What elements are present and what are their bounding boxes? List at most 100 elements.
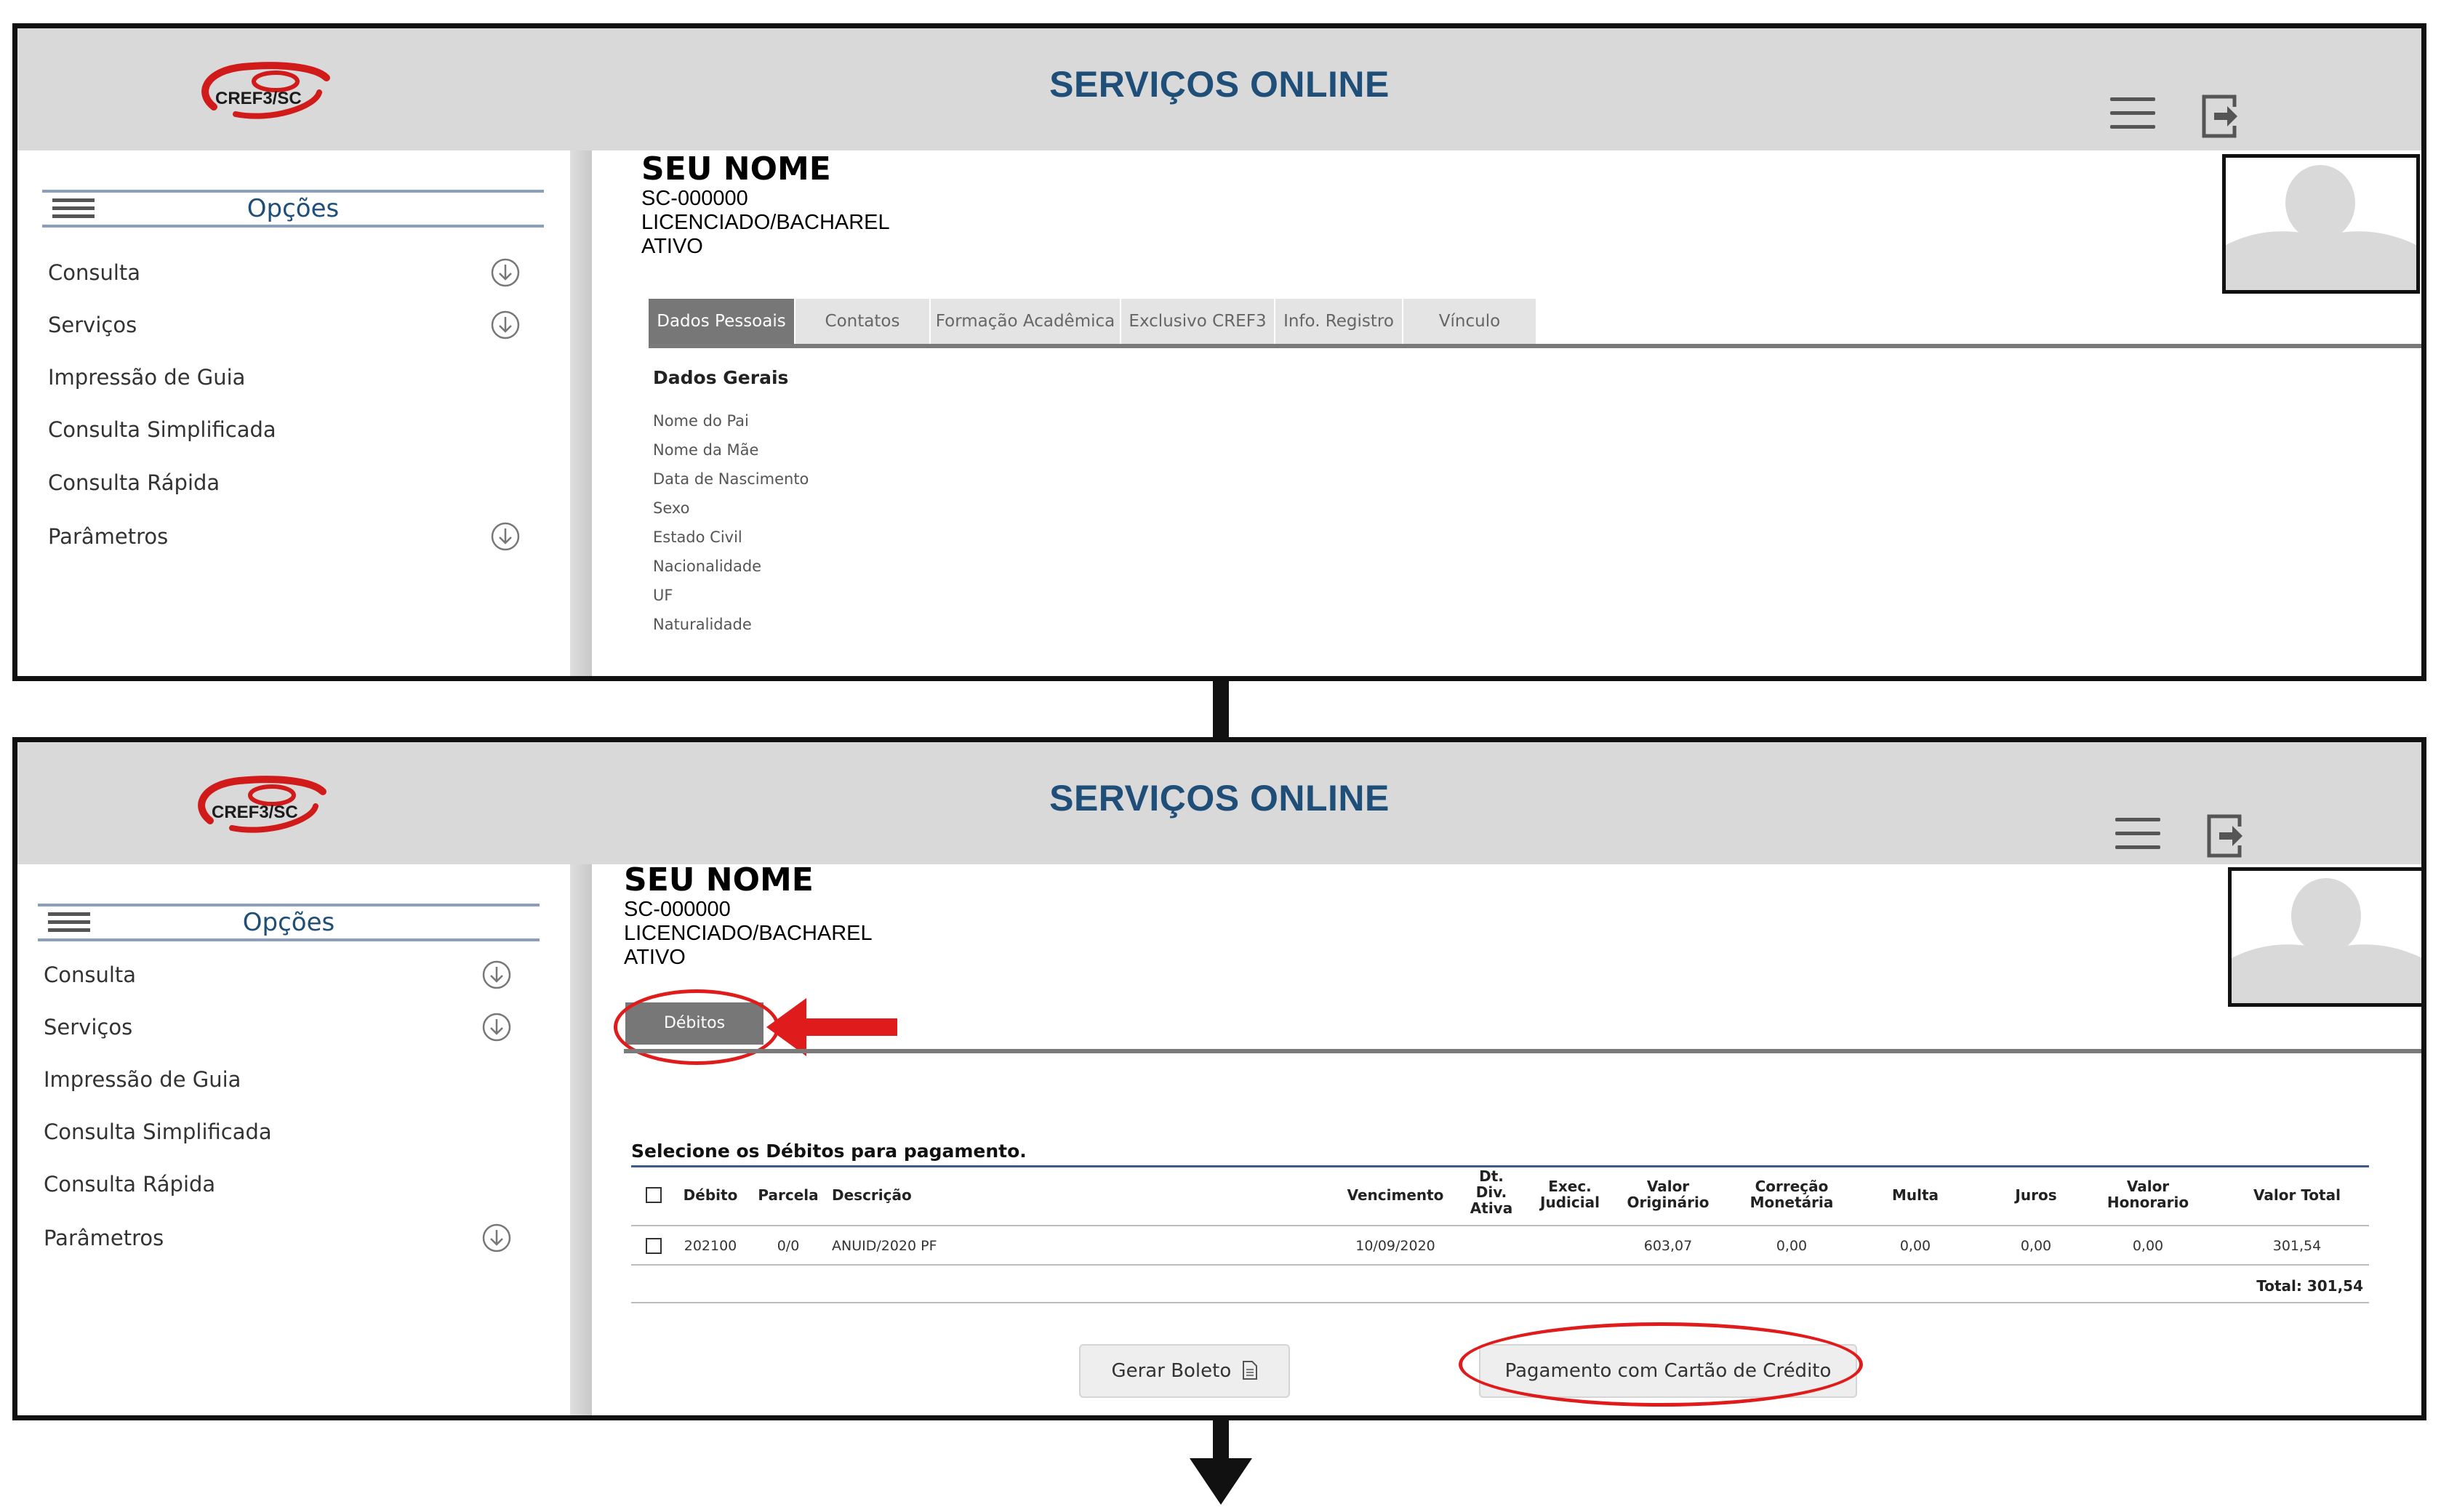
sidebar-item-consulta-simplificada[interactable]: Consulta Simplificada (44, 1114, 516, 1150)
flow-down-arrow-icon (1190, 1458, 1252, 1505)
sidebar-item-label: Serviços (44, 1015, 133, 1040)
logout-icon[interactable] (2201, 94, 2242, 139)
flow-connector-line (1213, 681, 1229, 737)
sidebar-item-label: Parâmetros (48, 524, 169, 549)
sidebar-item-label: Serviços (48, 313, 137, 337)
expand-down-icon[interactable] (490, 521, 521, 552)
sidebar-item-impressao-guia[interactable]: Impressão de Guia (44, 1061, 516, 1098)
sidebar-item-label: Parâmetros (44, 1226, 164, 1250)
tab-dados-pessoais[interactable]: Dados Pessoais (649, 299, 795, 344)
field-label: Naturalidade (653, 616, 752, 633)
th-correcao-monetaria: Correção Monetária (1733, 1178, 1850, 1210)
th-parcela: Parcela (758, 1186, 819, 1204)
table-bottom-divider (631, 1302, 2369, 1303)
sidebar-item-label: Impressão de Guia (44, 1067, 241, 1092)
sidebar-item-impressao-guia[interactable]: Impressão de Guia (48, 359, 521, 395)
field-label: Sexo (653, 499, 690, 517)
th-line: Exec. (1548, 1178, 1592, 1195)
cell-debito: 202100 (684, 1238, 737, 1254)
avatar-silhouette-icon (2232, 871, 2421, 1003)
sidebar-item-parametros[interactable]: Parâmetros (48, 518, 521, 555)
th-line: Valor (2126, 1178, 2170, 1195)
screen-debitos: CREF3/SC SERVIÇOS ONLINE Opções Consulta… (12, 737, 2426, 1420)
sidebar-item-parametros[interactable]: Parâmetros (44, 1220, 516, 1256)
th-multa: Multa (1891, 1186, 1939, 1204)
sidebar-item-label: Consulta Simplificada (44, 1119, 272, 1144)
app-header: CREF3/SC SERVIÇOS ONLINE (17, 742, 2421, 864)
expand-down-icon[interactable] (481, 960, 512, 990)
cell-vencimento: 10/09/2020 (1355, 1238, 1435, 1254)
cell-multa: 0,00 (1899, 1238, 1931, 1254)
profile-name: SEU NOME (624, 861, 814, 898)
options-label: Opções (246, 194, 340, 223)
th-line: Div. (1475, 1183, 1507, 1201)
options-label: Opções (242, 908, 335, 937)
cell-parcela: 0/0 (777, 1238, 800, 1254)
profile-category: LICENCIADO/BACHAREL (641, 211, 890, 234)
debitos-instruction: Selecione os Débitos para pagamento. (631, 1141, 1027, 1162)
tabs-underline (624, 1049, 2421, 1053)
sidebar-item-servicos[interactable]: Serviços (48, 307, 521, 343)
th-juros: Juros (2015, 1186, 2057, 1204)
field-label: Nome da Mãe (653, 441, 759, 459)
sidebar-item-label: Consulta Simplificada (48, 417, 276, 442)
tab-vinculo[interactable]: Vínculo (1403, 299, 1537, 344)
cell-juros: 0,00 (2020, 1238, 2052, 1254)
select-all-checkbox[interactable] (646, 1187, 662, 1203)
sidebar-item-label: Consulta Rápida (44, 1172, 216, 1197)
hamburger-menu-icon[interactable] (2115, 818, 2160, 851)
document-icon (1242, 1361, 1257, 1380)
sidebar-item-servicos[interactable]: Serviços (44, 1009, 516, 1045)
sidebar-item-label: Consulta (44, 962, 137, 987)
profile-registration: SC-000000 (624, 898, 731, 921)
expand-down-icon[interactable] (481, 1012, 512, 1042)
sidebar-item-consulta[interactable]: Consulta (48, 254, 521, 291)
sidebar-item-label: Consulta Rápida (48, 470, 220, 495)
tab-info-registro[interactable]: Info. Registro (1275, 299, 1403, 344)
cell-valor-originario: 603,07 (1643, 1238, 1693, 1254)
flow-down-line (1213, 1420, 1229, 1461)
sidebar-item-consulta-simplificada[interactable]: Consulta Simplificada (48, 411, 521, 448)
highlight-ellipse-debitos (614, 989, 779, 1065)
options-header[interactable]: Opções (42, 190, 544, 228)
cell-valor-total: 301,54 (2272, 1238, 2322, 1254)
table-row-divider (631, 1264, 2369, 1266)
hamburger-menu-icon[interactable] (2110, 97, 2155, 131)
avatar-silhouette-icon (2226, 158, 2416, 290)
field-label: Estado Civil (653, 528, 742, 546)
th-line: Valor (1646, 1178, 1690, 1195)
th-valor-total: Valor Total (2253, 1186, 2341, 1204)
th-exec-judicial: Exec. Judicial (1530, 1178, 1610, 1210)
highlight-ellipse-cartao (1459, 1322, 1863, 1407)
row-checkbox[interactable] (646, 1238, 662, 1254)
sidebar-item-consulta-rapida[interactable]: Consulta Rápida (44, 1166, 516, 1202)
tab-exclusivo-cref3[interactable]: Exclusivo CREF3 (1121, 299, 1275, 344)
sidebar-item-consulta-rapida[interactable]: Consulta Rápida (48, 465, 521, 501)
options-header[interactable]: Opções (38, 904, 540, 941)
cell-valor-honorario: 0,00 (2132, 1238, 2164, 1254)
tab-contatos[interactable]: Contatos (795, 299, 931, 344)
expand-down-icon[interactable] (490, 310, 521, 340)
th-valor-honorario: Valor Honorario (2097, 1178, 2199, 1210)
tab-formacao-academica[interactable]: Formação Acadêmica (931, 299, 1121, 344)
th-line: Dt. (1479, 1167, 1504, 1185)
logout-icon[interactable] (2206, 813, 2247, 858)
cell-descricao: ANUID/2020 PF (832, 1238, 937, 1254)
section-title: Dados Gerais (653, 367, 789, 388)
table-total: Total: 301,54 (2256, 1277, 2363, 1295)
field-label: Data de Nascimento (653, 470, 809, 488)
gerar-boleto-label: Gerar Boleto (1111, 1360, 1232, 1382)
tabs-underline (649, 344, 2421, 348)
gerar-boleto-button[interactable]: Gerar Boleto (1079, 1344, 1290, 1398)
field-label: Nacionalidade (653, 558, 762, 575)
th-dt-div-ativa: Dt. Div. Ativa (1464, 1168, 1518, 1216)
sidebar-item-consulta[interactable]: Consulta (44, 957, 516, 993)
table-header-divider (631, 1225, 2369, 1226)
expand-down-icon[interactable] (490, 257, 521, 288)
th-debito: Débito (683, 1186, 738, 1204)
app-header: CREF3/SC SERVIÇOS ONLINE (17, 28, 2421, 150)
expand-down-icon[interactable] (481, 1223, 512, 1253)
profile-category: LICENCIADO/BACHAREL (624, 922, 873, 945)
th-descricao: Descrição (832, 1186, 912, 1204)
profile-name: SEU NOME (641, 150, 831, 188)
